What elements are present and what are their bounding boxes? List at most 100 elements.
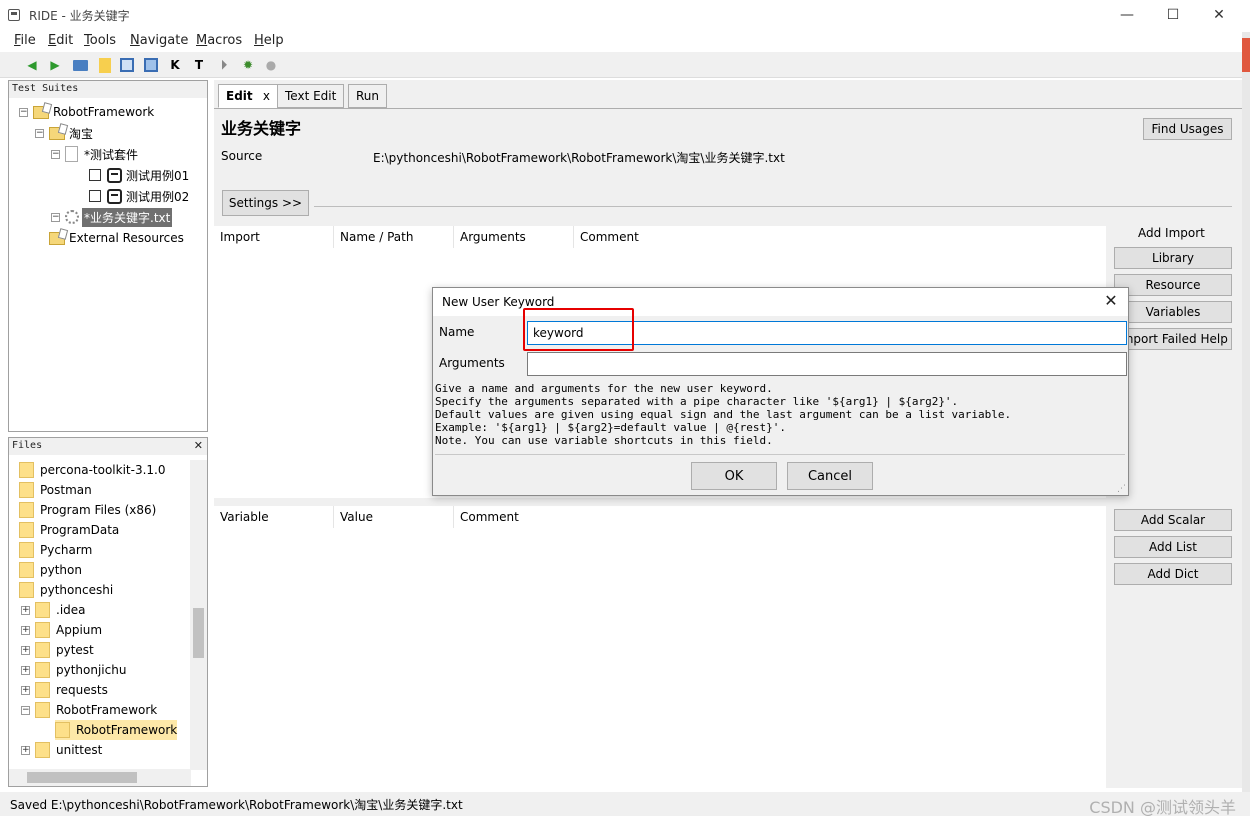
expand-icon[interactable]: +	[21, 625, 30, 635]
debug-bug-icon[interactable]: ✹	[239, 56, 257, 74]
search-tests-icon[interactable]: T	[190, 56, 208, 74]
file-item[interactable]: percona-toolkit-3.1.0	[19, 460, 165, 480]
keyword-arguments-input[interactable]	[527, 352, 1127, 376]
folder-icon	[35, 642, 50, 658]
file-item[interactable]: + .idea	[21, 600, 86, 620]
add-scalar-button[interactable]: Add Scalar	[1114, 509, 1232, 531]
folder-icon	[19, 482, 34, 498]
value-column-header: Value	[334, 506, 454, 528]
files-vertical-scrollbar[interactable]	[190, 460, 207, 770]
tab-run[interactable]: Run	[348, 84, 388, 108]
folder-icon	[19, 582, 34, 598]
new-user-keyword-dialog: New User Keyword ✕ Name Arguments Give a…	[432, 287, 1129, 496]
files-pane: Files ✕ percona-toolkit-3.1.0 Postman Pr…	[8, 437, 208, 787]
tab-edit[interactable]: Edit x	[218, 84, 278, 108]
expand-icon[interactable]: +	[21, 745, 30, 755]
test-suites-pane: Test Suites − RobotFramework − 淘宝 − *测试套…	[8, 80, 208, 432]
file-item[interactable]: Postman	[19, 480, 92, 500]
collapse-icon[interactable]: −	[35, 128, 44, 138]
forward-arrow-icon[interactable]: ▶	[46, 56, 64, 74]
tab-text-edit[interactable]: Text Edit	[277, 84, 345, 108]
file-item[interactable]: Program Files (x86)	[19, 500, 156, 520]
tree-node-testcase-02[interactable]: 测试用例02	[89, 186, 189, 206]
collapse-icon[interactable]: −	[19, 107, 28, 117]
run-icon[interactable]: ⏵	[215, 56, 233, 74]
file-item[interactable]: pythonceshi	[19, 580, 113, 600]
file-item-label: Pycharm	[40, 543, 93, 557]
menu-macros[interactable]: Macros	[196, 33, 242, 48]
keyword-name-input[interactable]	[527, 321, 1127, 345]
minimize-button[interactable]: —	[1104, 0, 1150, 30]
expand-icon[interactable]: +	[21, 605, 30, 615]
save-all-icon[interactable]	[142, 56, 160, 74]
close-files-pane-icon[interactable]: ✕	[194, 439, 203, 452]
tree-node-label: 淘宝	[69, 126, 94, 141]
ok-button[interactable]: OK	[691, 462, 777, 490]
find-usages-button[interactable]: Find Usages	[1143, 118, 1232, 140]
new-folder-icon[interactable]	[96, 56, 114, 74]
file-item[interactable]: + Appium	[21, 620, 102, 640]
file-item[interactable]: ProgramData	[19, 520, 119, 540]
file-item[interactable]: + pythonjichu	[21, 660, 126, 680]
resource-file-icon	[65, 210, 79, 224]
add-library-button[interactable]: Library	[1114, 247, 1232, 269]
variable-column-header: Variable	[214, 506, 334, 528]
files-horizontal-scrollbar[interactable]	[9, 769, 191, 786]
expand-icon[interactable]: +	[21, 665, 30, 675]
tree-node-label: 测试用例01	[126, 168, 190, 183]
testcase-checkbox[interactable]	[89, 169, 101, 181]
name-path-column-header: Name / Path	[334, 226, 454, 248]
add-list-button[interactable]: Add List	[1114, 536, 1232, 558]
scrollbar-thumb[interactable]	[193, 608, 204, 658]
file-item[interactable]: − RobotFramework	[21, 700, 157, 720]
tree-node-robotframework[interactable]: − RobotFramework	[19, 102, 154, 122]
variable-grid[interactable]: Variable Value Comment	[214, 506, 1106, 789]
add-dict-button[interactable]: Add Dict	[1114, 563, 1232, 585]
menu-edit[interactable]: Edit	[48, 33, 73, 48]
add-variables-button[interactable]: Variables	[1114, 301, 1232, 323]
collapse-icon[interactable]: −	[51, 149, 60, 159]
help-text-line: Specify the arguments separated with a p…	[435, 395, 959, 408]
file-item[interactable]: python	[19, 560, 82, 580]
window-title-bar: RIDE - 业务关键字 — ☐ ✕	[0, 0, 1250, 32]
file-item[interactable]: + unittest	[21, 740, 102, 760]
maximize-button[interactable]: ☐	[1150, 0, 1196, 30]
file-item[interactable]: + requests	[21, 680, 108, 700]
status-bar: Saved E:\pythonceshi\RobotFramework\Robo…	[0, 792, 1250, 816]
import-failed-help-button[interactable]: Import Failed Help	[1114, 328, 1232, 350]
scrollbar-thumb[interactable]	[27, 772, 137, 783]
resize-grip-icon[interactable]: ⋰	[1117, 484, 1126, 494]
testcase-checkbox[interactable]	[89, 190, 101, 202]
close-window-button[interactable]: ✕	[1196, 0, 1242, 30]
dialog-title: New User Keyword	[442, 295, 555, 309]
tree-node-test-suite[interactable]: − *测试套件	[51, 144, 138, 164]
tree-node-testcase-01[interactable]: 测试用例01	[89, 165, 189, 185]
search-keywords-icon[interactable]: K	[166, 56, 184, 74]
stop-icon[interactable]: ●	[262, 56, 280, 74]
help-text-line: Example: '${arg1} | ${arg2}=default valu…	[435, 421, 786, 434]
menu-navigate[interactable]: Navigate	[130, 33, 188, 48]
collapse-icon[interactable]: −	[21, 705, 30, 715]
expand-icon[interactable]: +	[21, 645, 30, 655]
dialog-close-icon[interactable]: ✕	[1100, 290, 1122, 312]
tree-node-business-keywords[interactable]: − *业务关键字.txt	[51, 207, 173, 227]
cancel-button[interactable]: Cancel	[787, 462, 873, 490]
robot-icon	[107, 167, 122, 183]
tree-node-taobao[interactable]: − 淘宝	[35, 123, 93, 143]
menu-file[interactable]: File	[14, 33, 36, 48]
menu-help[interactable]: Help	[254, 33, 284, 48]
file-item[interactable]: Pycharm	[19, 540, 92, 560]
file-item[interactable]: + pytest	[21, 640, 94, 660]
file-item-selected[interactable]: RobotFramework	[55, 720, 178, 740]
folder-icon	[19, 502, 34, 518]
collapse-icon[interactable]: −	[51, 212, 60, 222]
save-icon[interactable]	[118, 56, 136, 74]
close-tab-icon[interactable]: x	[263, 89, 270, 103]
open-folder-icon[interactable]	[71, 56, 89, 74]
back-arrow-icon[interactable]: ◀	[23, 56, 41, 74]
tree-node-external-resources[interactable]: External Resources	[35, 228, 184, 248]
settings-toggle-button[interactable]: Settings >>	[222, 190, 309, 216]
menu-tools[interactable]: Tools	[84, 33, 116, 48]
expand-icon[interactable]: +	[21, 685, 30, 695]
add-resource-button[interactable]: Resource	[1114, 274, 1232, 296]
